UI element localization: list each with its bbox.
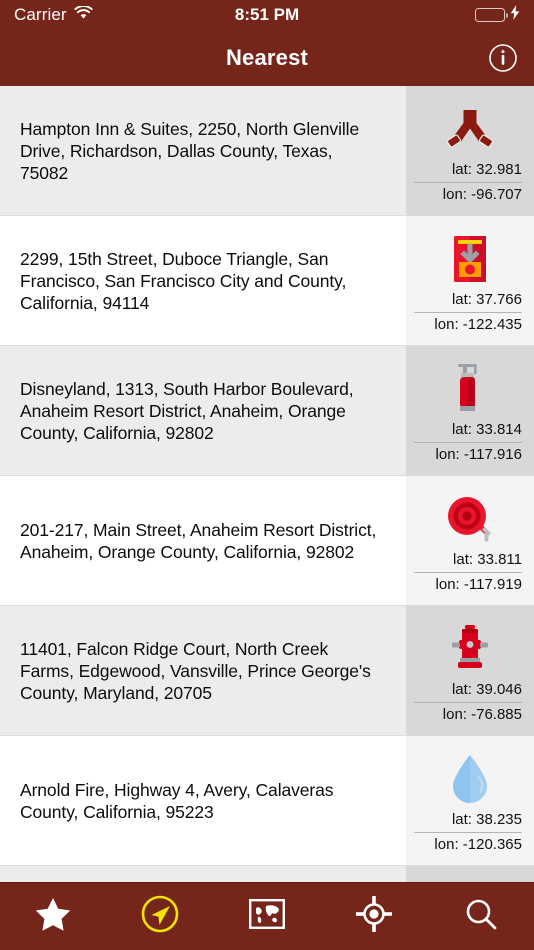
coordinates: lat: 37.766 lon: -122.435: [406, 290, 534, 335]
address-cell[interactable]: 11401, Falcon Ridge Court, North Creek F…: [0, 606, 406, 735]
page-title: Nearest: [225, 45, 309, 70]
table-row-partial[interactable]: [0, 866, 534, 882]
coord-divider: [414, 442, 522, 443]
battery-icon: [475, 8, 508, 22]
address-cell[interactable]: Disneyland, 1313, South Harbor Boulevard…: [0, 346, 406, 475]
info-cell: lat: 33.811 lon: -117.919: [406, 476, 534, 605]
longitude-label: lon: -117.916: [435, 446, 522, 463]
star-icon: [35, 897, 71, 936]
app-root: Carrier 8:51 PM Nearest Hampton Inn & Su…: [0, 0, 534, 950]
fire-extinguisher-icon: [449, 362, 491, 418]
address-label: 2299, 15th Street, Duboce Triangle, San …: [20, 248, 347, 313]
status-bar-left: Carrier: [14, 4, 93, 25]
info-cell: lat: 38.235 lon: -120.365: [406, 736, 534, 865]
navigation-arrow-circle-icon: [140, 894, 180, 939]
table-row[interactable]: Hampton Inn & Suites, 2250, North Glenvi…: [0, 86, 534, 216]
fire-hydrant-icon: [446, 622, 494, 678]
address-label: 11401, Falcon Ridge Court, North Creek F…: [20, 638, 371, 703]
world-map-icon: [248, 899, 285, 934]
lightning-bolt-icon: [510, 5, 520, 25]
address-label: Arnold Fire, Highway 4, Avery, Calaveras…: [20, 779, 334, 822]
latitude-label: lat: 39.046: [451, 681, 522, 698]
tab-bar: [0, 882, 534, 950]
latitude-label: lat: 33.811: [453, 551, 522, 568]
water-drop-icon: [448, 752, 492, 808]
info-cell: [406, 866, 534, 882]
nav-bar: Nearest: [0, 30, 534, 86]
status-bar: Carrier 8:51 PM: [0, 0, 534, 30]
coordinates: lat: 33.814 lon: -117.916: [406, 420, 534, 465]
coordinates: lat: 32.981 lon: -96.707: [406, 160, 534, 205]
crosshair-location-icon: [355, 896, 392, 937]
address-cell[interactable]: Hampton Inn & Suites, 2250, North Glenvi…: [0, 86, 406, 215]
longitude-label: lon: -76.885: [442, 706, 522, 723]
tab-favorites[interactable]: [0, 883, 107, 950]
status-bar-right: [475, 5, 520, 25]
longitude-label: lon: -120.365: [434, 836, 522, 853]
latitude-label: lat: 32.981: [451, 161, 522, 178]
address-cell[interactable]: [0, 866, 406, 882]
latitude-label: lat: 37.766: [451, 291, 522, 308]
table-row[interactable]: 201-217, Main Street, Anaheim Resort Dis…: [0, 476, 534, 606]
nearest-list[interactable]: Hampton Inn & Suites, 2250, North Glenvi…: [0, 86, 534, 882]
carrier-label: Carrier: [14, 5, 67, 24]
coordinates: lat: 39.046 lon: -76.885: [406, 680, 534, 725]
info-cell: lat: 32.981 lon: -96.707: [406, 86, 534, 215]
longitude-label: lon: -96.707: [442, 186, 522, 203]
fire-hose-wye-icon: [444, 102, 496, 158]
info-cell: lat: 37.766 lon: -122.435: [406, 216, 534, 345]
coord-divider: [414, 832, 522, 833]
info-cell: lat: 39.046 lon: -76.885: [406, 606, 534, 735]
coord-divider: [414, 572, 522, 573]
coordinates: lat: 38.235 lon: -120.365: [406, 810, 534, 855]
info-circle-icon[interactable]: [486, 41, 520, 75]
table-row[interactable]: Disneyland, 1313, South Harbor Boulevard…: [0, 346, 534, 476]
address-label: Hampton Inn & Suites, 2250, North Glenvi…: [20, 118, 360, 183]
table-row[interactable]: Arnold Fire, Highway 4, Avery, Calaveras…: [0, 736, 534, 866]
tab-map[interactable]: [214, 883, 321, 950]
latitude-label: lat: 33.814: [451, 421, 522, 438]
address-label: Disneyland, 1313, South Harbor Boulevard…: [20, 378, 354, 443]
info-cell: lat: 33.814 lon: -117.916: [406, 346, 534, 475]
longitude-label: lon: -122.435: [434, 316, 522, 333]
fire-alarm-box-icon: [450, 232, 490, 288]
tab-nearest[interactable]: [107, 883, 214, 950]
magnifier-icon: [464, 897, 498, 936]
table-row[interactable]: 11401, Falcon Ridge Court, North Creek F…: [0, 606, 534, 736]
table-row[interactable]: 2299, 15th Street, Duboce Triangle, San …: [0, 216, 534, 346]
wifi-icon: [74, 4, 93, 25]
tab-search[interactable]: [427, 883, 534, 950]
address-cell[interactable]: Arnold Fire, Highway 4, Avery, Calaveras…: [0, 736, 406, 865]
address-label: 201-217, Main Street, Anaheim Resort Dis…: [20, 519, 377, 562]
coord-divider: [414, 312, 522, 313]
coord-divider: [414, 702, 522, 703]
fire-hose-reel-icon: [444, 492, 496, 548]
latitude-label: lat: 38.235: [451, 811, 522, 828]
tab-locate[interactable]: [320, 883, 427, 950]
coord-divider: [414, 182, 522, 183]
longitude-label: lon: -117.919: [435, 576, 522, 593]
coordinates: lat: 33.811 lon: -117.919: [406, 550, 534, 595]
address-cell[interactable]: 2299, 15th Street, Duboce Triangle, San …: [0, 216, 406, 345]
address-cell[interactable]: 201-217, Main Street, Anaheim Resort Dis…: [0, 476, 406, 605]
